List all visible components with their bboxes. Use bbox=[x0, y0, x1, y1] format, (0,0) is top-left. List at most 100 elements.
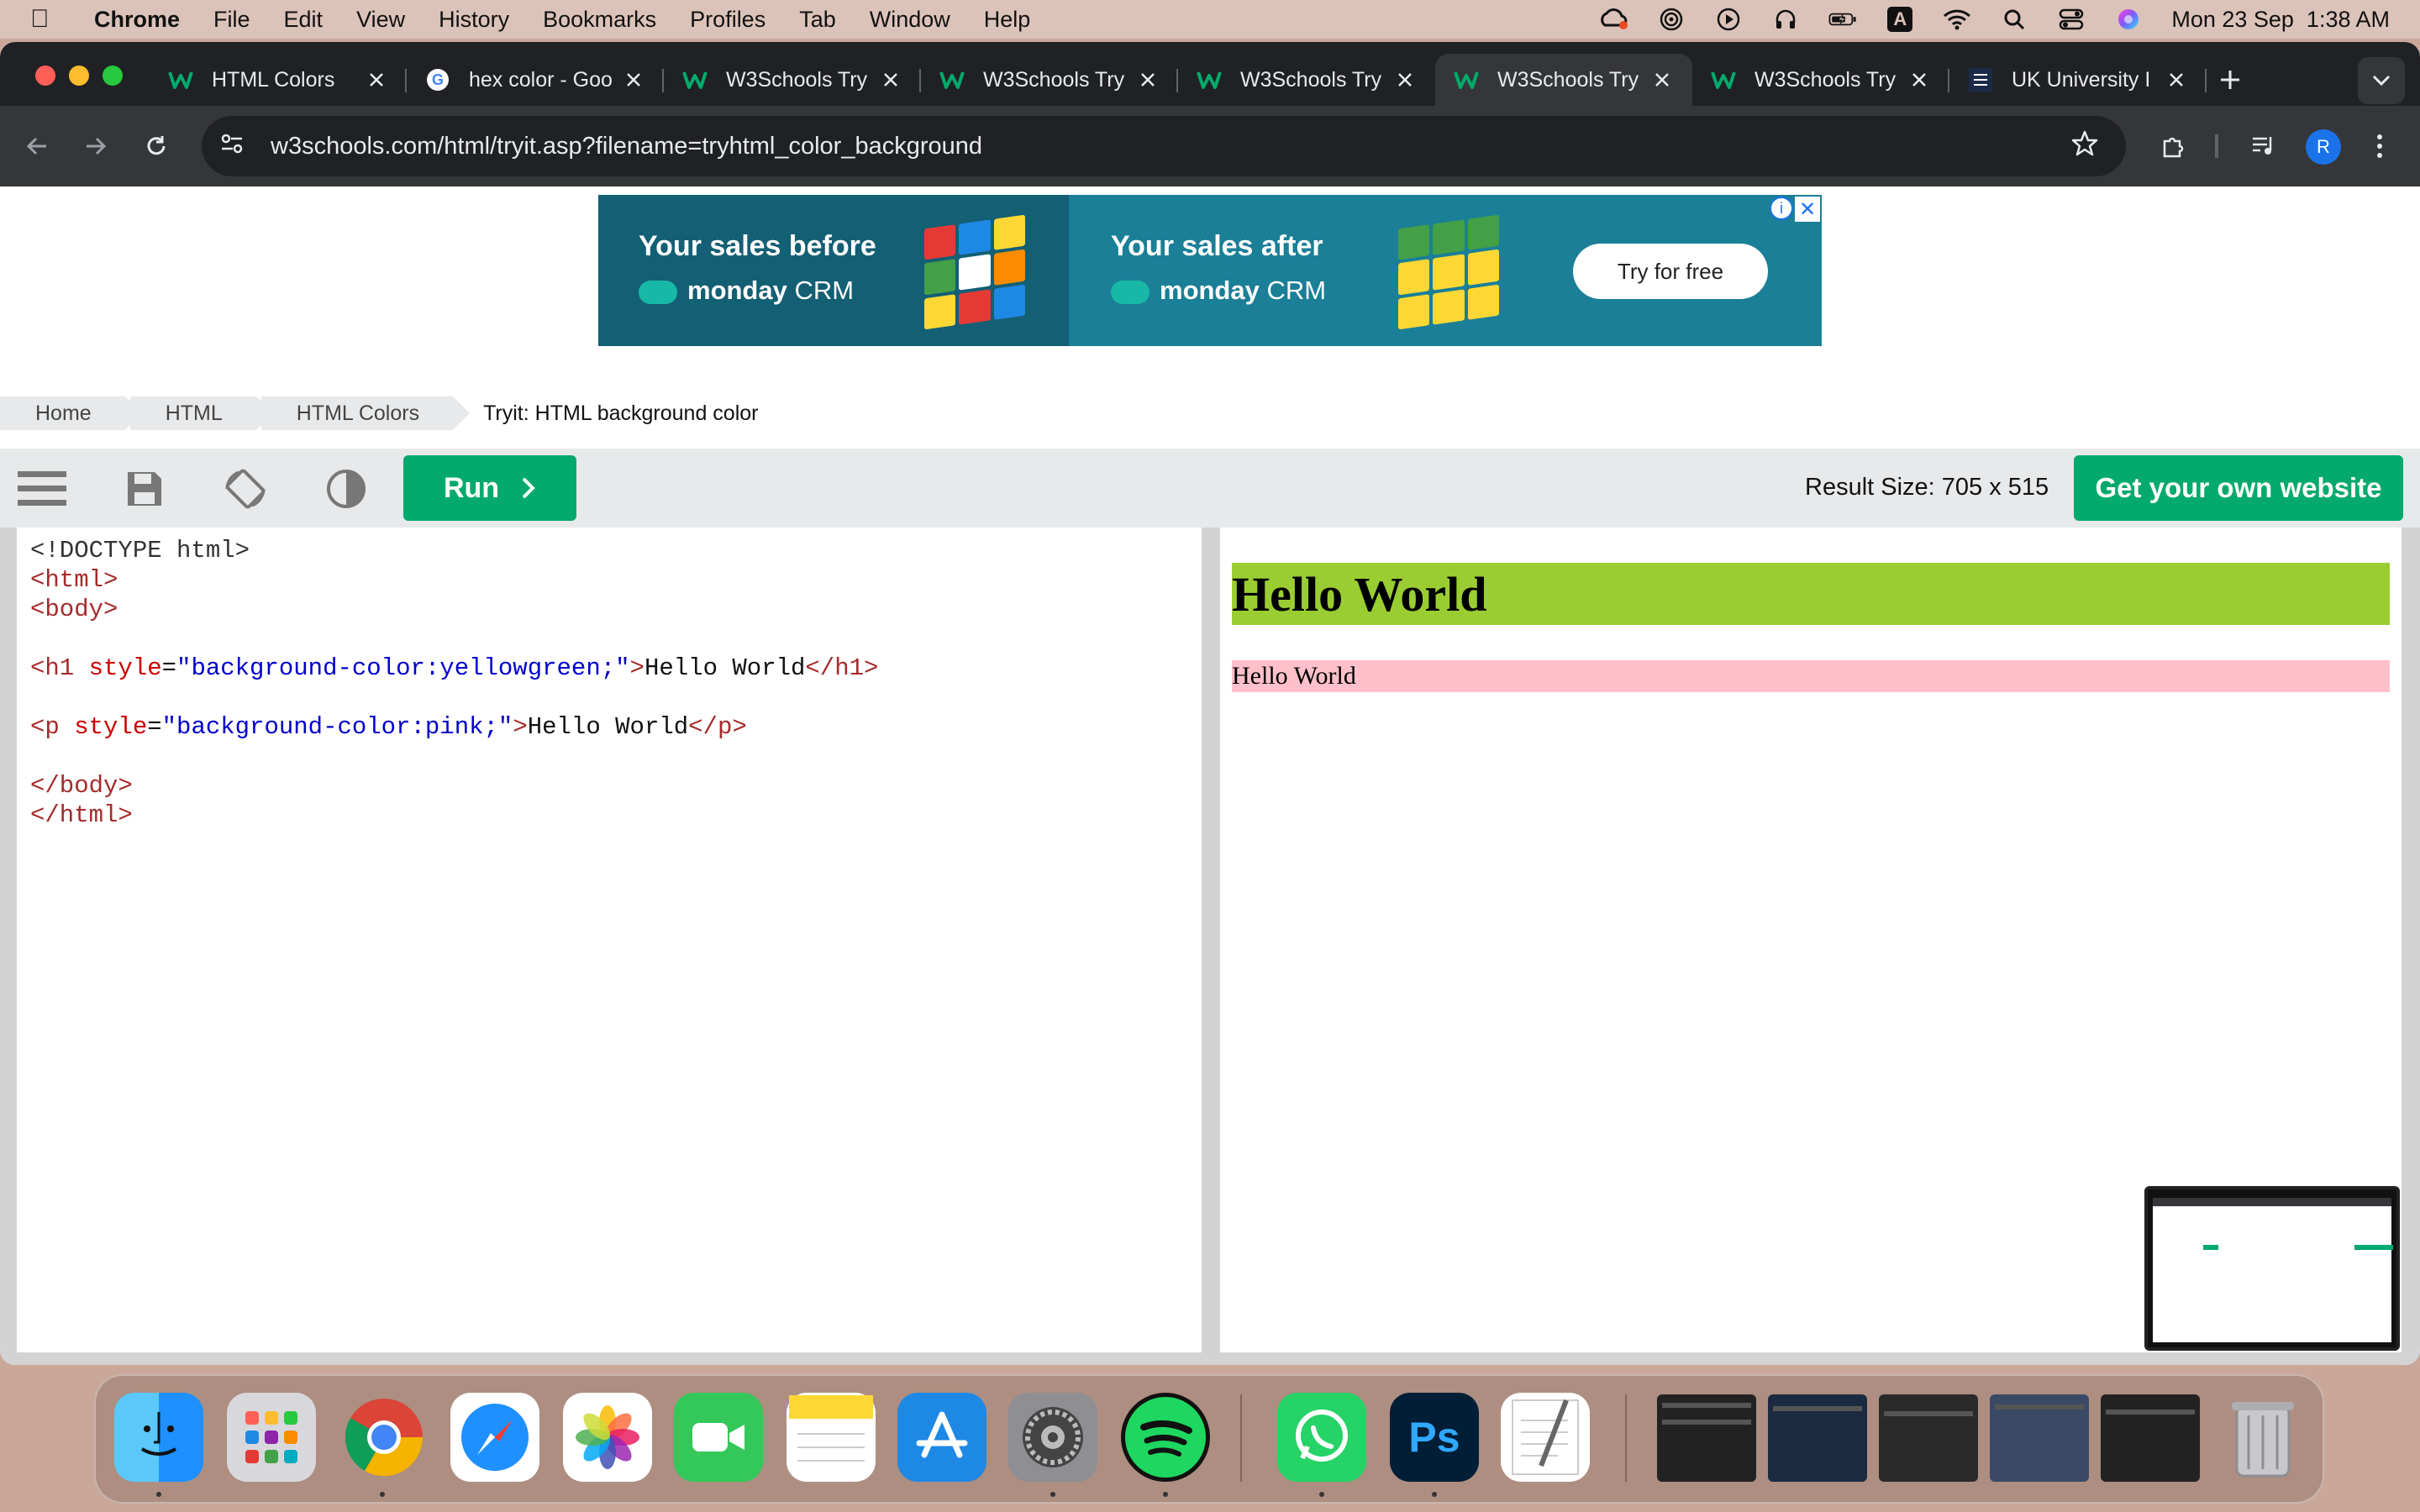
control-center-icon[interactable] bbox=[2057, 7, 2086, 32]
menu-history[interactable]: History bbox=[439, 7, 509, 33]
minimize-window-button[interactable] bbox=[69, 66, 89, 86]
safari-icon[interactable] bbox=[450, 1393, 539, 1482]
app-store-icon[interactable] bbox=[897, 1393, 986, 1482]
ad-before-text: Your sales before bbox=[639, 230, 876, 262]
ad-close-icon[interactable]: ✕ bbox=[1795, 197, 1820, 222]
bath-spa-icon bbox=[1968, 67, 1993, 92]
chrome-menu-icon[interactable] bbox=[2363, 124, 2396, 168]
launchpad-icon[interactable] bbox=[227, 1393, 316, 1482]
close-tab-icon[interactable] bbox=[879, 66, 902, 93]
breadcrumb-home[interactable]: Home bbox=[0, 396, 142, 430]
breadcrumb-html-colors[interactable]: HTML Colors bbox=[260, 396, 471, 430]
w3schools-icon bbox=[1197, 67, 1222, 92]
notes-icon[interactable] bbox=[786, 1393, 876, 1482]
code-token: = bbox=[147, 713, 162, 741]
media-controls-icon[interactable] bbox=[2242, 124, 2286, 168]
profile-avatar[interactable]: R bbox=[2306, 129, 2341, 165]
address-bar[interactable]: w3schools.com/html/tryit.asp?filename=tr… bbox=[202, 116, 2126, 176]
menu-app-name[interactable]: Chrome bbox=[94, 7, 180, 33]
ad-try-free-button[interactable]: Try for free bbox=[1573, 244, 1768, 299]
browser-tab[interactable]: W3Schools Try bbox=[921, 54, 1178, 106]
tab-search-button[interactable] bbox=[2358, 57, 2405, 104]
browser-tab[interactable]: W3Schools Try bbox=[664, 54, 921, 106]
airdrop-icon[interactable] bbox=[1657, 7, 1686, 32]
system-settings-icon[interactable] bbox=[1008, 1393, 1097, 1482]
extensions-icon[interactable] bbox=[2151, 124, 2195, 168]
back-button[interactable] bbox=[15, 124, 59, 168]
photoshop-icon[interactable]: Ps bbox=[1390, 1393, 1479, 1482]
get-your-own-website-button[interactable]: Get your own website bbox=[2074, 455, 2403, 521]
browser-tab[interactable]: W3Schools Try bbox=[1692, 54, 1949, 106]
minimized-window-thumbnail[interactable] bbox=[2101, 1394, 2200, 1482]
facetime-icon[interactable] bbox=[674, 1393, 763, 1482]
hamburger-menu-icon[interactable] bbox=[17, 464, 67, 514]
close-tab-icon[interactable] bbox=[2165, 66, 2188, 93]
save-icon[interactable] bbox=[119, 464, 170, 514]
siri-icon[interactable] bbox=[2114, 7, 2143, 32]
screenshot-thumbnail-preview[interactable] bbox=[2144, 1186, 2400, 1351]
ad-banner[interactable]: Your sales before monday CRM Your sales … bbox=[598, 195, 1822, 346]
ad-info-icon[interactable]: i bbox=[1770, 197, 1793, 220]
browser-tab[interactable]: HTML Colors bbox=[150, 54, 407, 106]
zoom-window-button[interactable] bbox=[103, 66, 123, 86]
finder-icon[interactable] bbox=[114, 1393, 203, 1482]
forward-button[interactable] bbox=[74, 124, 118, 168]
run-button[interactable]: Run bbox=[403, 455, 576, 521]
breadcrumb-html[interactable]: HTML bbox=[129, 396, 273, 430]
input-source-icon[interactable]: A bbox=[1886, 7, 1914, 32]
close-tab-icon[interactable] bbox=[1393, 66, 1417, 93]
rotate-orientation-icon[interactable] bbox=[220, 464, 271, 514]
running-indicator bbox=[1050, 1492, 1055, 1497]
menu-window[interactable]: Window bbox=[870, 7, 950, 33]
menu-edit[interactable]: Edit bbox=[284, 7, 324, 33]
reload-button[interactable] bbox=[134, 124, 178, 168]
menu-profiles[interactable]: Profiles bbox=[690, 7, 765, 33]
browser-tab[interactable]: W3Schools Try bbox=[1435, 54, 1692, 106]
bookmark-star-icon[interactable] bbox=[2070, 129, 2099, 165]
spotlight-icon[interactable] bbox=[2000, 7, 2028, 32]
spotify-icon[interactable] bbox=[1121, 1393, 1210, 1482]
photos-icon[interactable] bbox=[563, 1393, 652, 1482]
browser-tab[interactable]: Ghex color - Goo bbox=[407, 54, 664, 106]
code-line: <!DOCTYPE html> bbox=[30, 536, 1188, 565]
play-icon[interactable] bbox=[1714, 7, 1743, 32]
url-text[interactable]: w3schools.com/html/tryit.asp?filename=tr… bbox=[271, 133, 982, 160]
menu-view[interactable]: View bbox=[356, 7, 405, 33]
menu-help[interactable]: Help bbox=[984, 7, 1031, 33]
whatsapp-icon[interactable] bbox=[1277, 1393, 1366, 1482]
running-indicator bbox=[1163, 1492, 1168, 1497]
ad-brand-before: monday CRM bbox=[639, 276, 854, 306]
menu-file[interactable]: File bbox=[213, 7, 250, 33]
browser-tab[interactable]: UK University I bbox=[1949, 54, 2207, 106]
close-tab-icon[interactable] bbox=[365, 66, 388, 93]
minimized-window-thumbnail[interactable] bbox=[1657, 1394, 1756, 1482]
minimized-window-thumbnail[interactable] bbox=[1768, 1394, 1867, 1482]
close-tab-icon[interactable] bbox=[1907, 66, 1931, 93]
creative-cloud-icon[interactable] bbox=[1600, 7, 1628, 32]
minimized-window-thumbnail[interactable] bbox=[1990, 1394, 2089, 1482]
code-editor[interactable]: <!DOCTYPE html> <html> <body> <h1 style="ba… bbox=[17, 528, 1202, 1352]
close-window-button[interactable] bbox=[35, 66, 55, 86]
close-tab-icon[interactable] bbox=[1136, 66, 1160, 93]
new-tab-button[interactable] bbox=[2207, 54, 2254, 106]
browser-tab[interactable]: W3Schools Try bbox=[1178, 54, 1435, 106]
wifi-icon[interactable] bbox=[1943, 7, 1971, 32]
textedit-icon[interactable] bbox=[1501, 1393, 1590, 1482]
battery-icon[interactable] bbox=[1828, 7, 1857, 32]
w3schools-icon bbox=[1454, 67, 1479, 92]
chrome-icon[interactable] bbox=[339, 1393, 429, 1482]
menu-tab[interactable]: Tab bbox=[799, 7, 836, 33]
menubar-datetime[interactable]: Mon 23 Sep 1:38 AM bbox=[2171, 7, 2390, 33]
thumbnail-bar bbox=[2106, 1410, 2195, 1415]
close-tab-icon[interactable] bbox=[622, 66, 645, 93]
apple-menu-icon[interactable]:  bbox=[30, 5, 69, 34]
dark-mode-toggle-icon[interactable] bbox=[321, 464, 371, 514]
tryit-toolbar: Run Result Size: 705 x 515 Get your own … bbox=[0, 449, 2420, 528]
minimized-window-thumbnail[interactable] bbox=[1879, 1394, 1978, 1482]
close-tab-icon[interactable] bbox=[1650, 66, 1674, 93]
site-info-icon[interactable] bbox=[220, 133, 254, 160]
menu-bookmarks[interactable]: Bookmarks bbox=[543, 7, 656, 33]
headphones-icon[interactable] bbox=[1771, 7, 1800, 32]
ad-brand-light: CRM bbox=[794, 276, 855, 305]
trash-icon[interactable] bbox=[2218, 1393, 2307, 1482]
